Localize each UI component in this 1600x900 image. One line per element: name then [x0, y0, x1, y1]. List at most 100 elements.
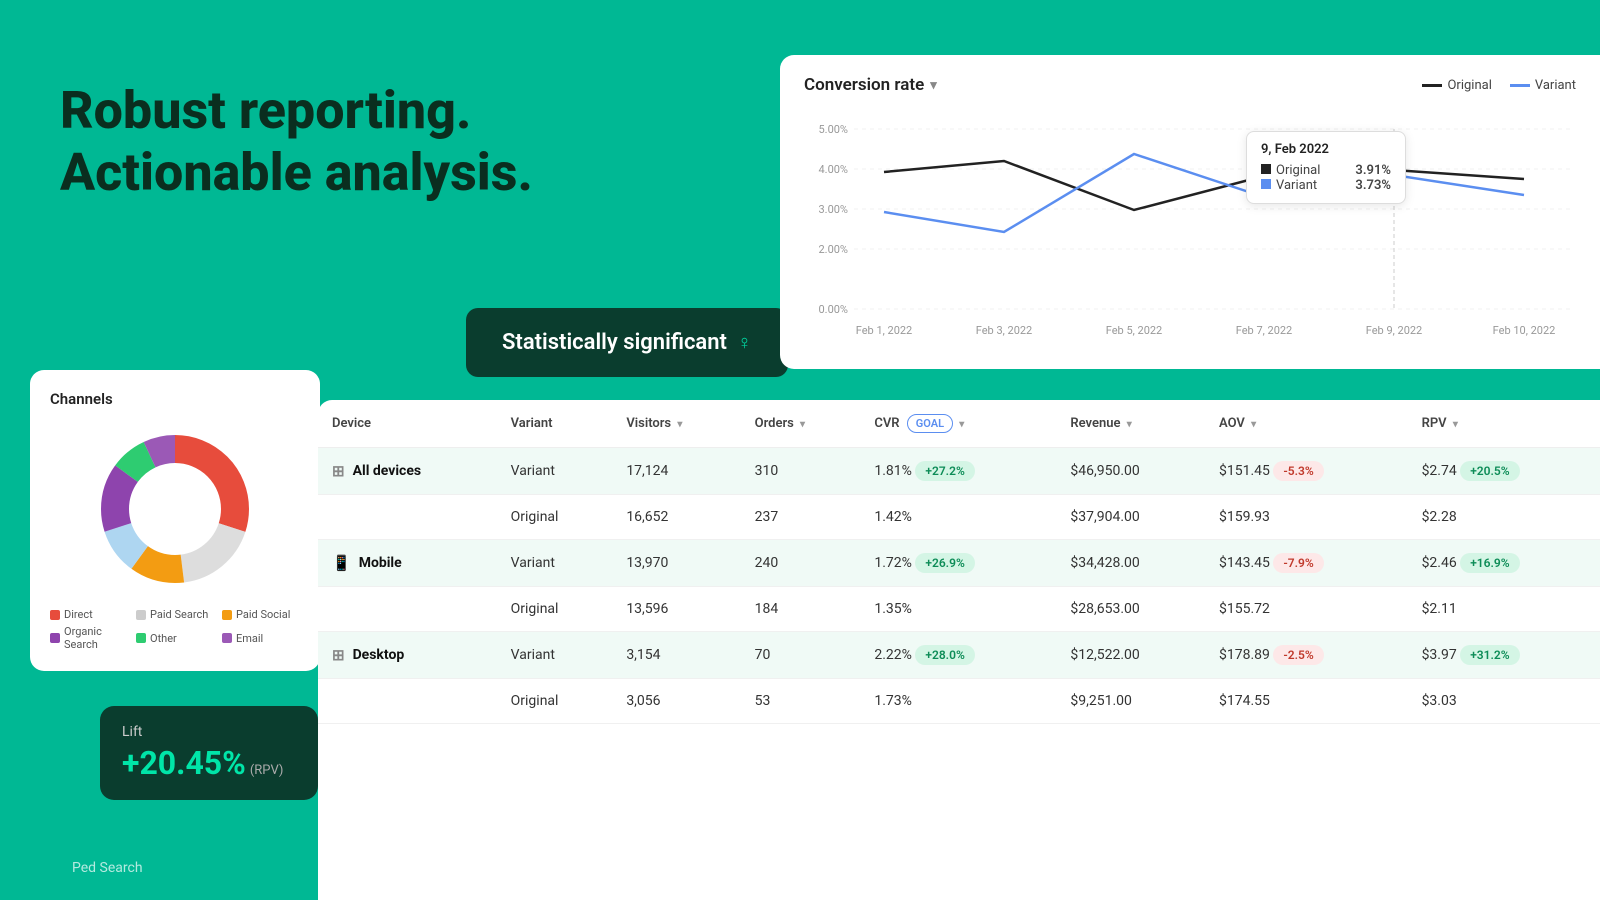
table-row: Original13,5961841.35%$28,653.00$155.72$… — [318, 587, 1600, 632]
cell-rpv: $3.03 — [1408, 679, 1600, 724]
chart-tooltip: 9, Feb 2022 Original 3.91% Variant 3.73% — [1246, 131, 1406, 204]
cell-rpv: $2.28 — [1408, 495, 1600, 540]
cell-cvr: 2.22% +28.0% — [860, 632, 1056, 679]
cell-device: ⊞All devices — [318, 448, 497, 495]
legend-email: Email — [222, 625, 300, 651]
chart-legend: Original Variant — [1422, 78, 1576, 93]
cell-cvr: 1.42% — [860, 495, 1056, 540]
svg-text:Feb 7, 2022: Feb 7, 2022 — [1236, 324, 1293, 337]
sig-badge: Statistically significant ♀ — [466, 308, 788, 377]
table-row: ⊞DesktopVariant3,154702.22% +28.0%$12,52… — [318, 632, 1600, 679]
col-visitors[interactable]: Visitors ▾ — [612, 400, 740, 448]
hero-line2: Actionable analysis. — [60, 142, 533, 204]
data-table: Device Variant Visitors ▾ Orders ▾ CVR G… — [318, 400, 1600, 724]
col-aov[interactable]: AOV ▾ — [1205, 400, 1408, 448]
legend-variant: Variant — [1510, 78, 1576, 93]
cell-visitors: 13,970 — [612, 540, 740, 587]
svg-text:0.00%: 0.00% — [818, 303, 848, 316]
ped-search-label: Ped Search — [72, 860, 143, 876]
cell-aov: $174.55 — [1205, 679, 1408, 724]
cell-variant: Variant — [497, 540, 613, 587]
legend-paid-search: Paid Search — [136, 608, 214, 621]
lift-sub: (RPV) — [250, 763, 284, 778]
cell-aov: $151.45 -5.3% — [1205, 448, 1408, 495]
table-header-row: Device Variant Visitors ▾ Orders ▾ CVR G… — [318, 400, 1600, 448]
line-chart-svg: 5.00% 4.00% 3.00% 2.00% 0.00% Feb 1, 202… — [804, 109, 1574, 349]
cell-revenue: $37,904.00 — [1056, 495, 1205, 540]
chart-header: Conversion rate ▾ Original Variant — [804, 75, 1576, 95]
chart-dropdown-icon[interactable]: ▾ — [930, 78, 937, 93]
cell-device — [318, 679, 497, 724]
legend-line-variant — [1510, 84, 1530, 87]
cell-cvr: 1.81% +27.2% — [860, 448, 1056, 495]
cell-variant: Original — [497, 679, 613, 724]
col-rpv[interactable]: RPV ▾ — [1408, 400, 1600, 448]
legend-organic: Organic Search — [50, 625, 128, 651]
cell-orders: 184 — [741, 587, 861, 632]
col-variant: Variant — [497, 400, 613, 448]
cell-rpv: $2.46 +16.9% — [1408, 540, 1600, 587]
legend-other: Other — [136, 625, 214, 651]
cell-visitors: 16,652 — [612, 495, 740, 540]
cell-rpv: $2.74 +20.5% — [1408, 448, 1600, 495]
chart-title[interactable]: Conversion rate ▾ — [804, 75, 937, 95]
table-row: 📱MobileVariant13,9702401.72% +26.9%$34,4… — [318, 540, 1600, 587]
cell-aov: $159.93 — [1205, 495, 1408, 540]
cell-orders: 53 — [741, 679, 861, 724]
cell-rpv: $3.97 +31.2% — [1408, 632, 1600, 679]
cell-orders: 240 — [741, 540, 861, 587]
tooltip-variant: Variant 3.73% — [1261, 178, 1391, 193]
cell-rpv: $2.11 — [1408, 587, 1600, 632]
cell-revenue: $12,522.00 — [1056, 632, 1205, 679]
cell-orders: 310 — [741, 448, 861, 495]
cell-device: ⊞Desktop — [318, 632, 497, 679]
table-card: Device Variant Visitors ▾ Orders ▾ CVR G… — [318, 400, 1600, 900]
cell-orders: 237 — [741, 495, 861, 540]
svg-text:Feb 9, 2022: Feb 9, 2022 — [1366, 324, 1423, 337]
col-orders[interactable]: Orders ▾ — [741, 400, 861, 448]
legend-direct: Direct — [50, 608, 128, 621]
cell-variant: Variant — [497, 632, 613, 679]
channels-title: Channels — [50, 390, 300, 408]
cell-cvr: 1.35% — [860, 587, 1056, 632]
donut-chart — [50, 424, 300, 594]
cell-device — [318, 587, 497, 632]
legend-original: Original — [1422, 78, 1491, 93]
hero-line1: Robust reporting. — [60, 80, 533, 142]
cell-aov: $143.45 -7.9% — [1205, 540, 1408, 587]
svg-text:Feb 1, 2022: Feb 1, 2022 — [856, 324, 913, 337]
cell-revenue: $28,653.00 — [1056, 587, 1205, 632]
cell-aov: $178.89 -2.5% — [1205, 632, 1408, 679]
svg-text:3.00%: 3.00% — [818, 203, 848, 216]
chart-card: Conversion rate ▾ Original Variant 5.00% — [780, 55, 1600, 369]
cell-cvr: 1.72% +26.9% — [860, 540, 1056, 587]
lift-label: Lift — [122, 724, 296, 740]
cell-visitors: 3,056 — [612, 679, 740, 724]
cell-aov: $155.72 — [1205, 587, 1408, 632]
hero-text: Robust reporting. Actionable analysis. — [60, 80, 533, 205]
svg-text:Feb 3, 2022: Feb 3, 2022 — [976, 324, 1033, 337]
cell-visitors: 3,154 — [612, 632, 740, 679]
legend-paid-social: Paid Social — [222, 608, 300, 621]
cell-visitors: 17,124 — [612, 448, 740, 495]
cell-device: 📱Mobile — [318, 540, 497, 587]
cell-cvr: 1.73% — [860, 679, 1056, 724]
col-cvr[interactable]: CVR GOAL ▾ — [860, 400, 1056, 448]
col-revenue[interactable]: Revenue ▾ — [1056, 400, 1205, 448]
cell-revenue: $34,428.00 — [1056, 540, 1205, 587]
svg-text:Feb 5, 2022: Feb 5, 2022 — [1106, 324, 1163, 337]
tooltip-date: 9, Feb 2022 — [1261, 142, 1391, 157]
col-device: Device — [318, 400, 497, 448]
cell-revenue: $9,251.00 — [1056, 679, 1205, 724]
lift-card: Lift +20.45% (RPV) — [100, 706, 318, 800]
cell-variant: Variant — [497, 448, 613, 495]
table-row: Original3,056531.73%$9,251.00$174.55$3.0… — [318, 679, 1600, 724]
legend-line-original — [1422, 84, 1442, 87]
channels-legend: Direct Paid Search Paid Social Organic S… — [50, 608, 300, 651]
sig-badge-text: Statistically significant — [502, 330, 727, 355]
svg-text:Feb 10, 2022: Feb 10, 2022 — [1493, 324, 1556, 337]
cell-orders: 70 — [741, 632, 861, 679]
cell-revenue: $46,950.00 — [1056, 448, 1205, 495]
lift-value: +20.45% — [122, 744, 246, 782]
table-row: ⊞All devicesVariant17,1243101.81% +27.2%… — [318, 448, 1600, 495]
